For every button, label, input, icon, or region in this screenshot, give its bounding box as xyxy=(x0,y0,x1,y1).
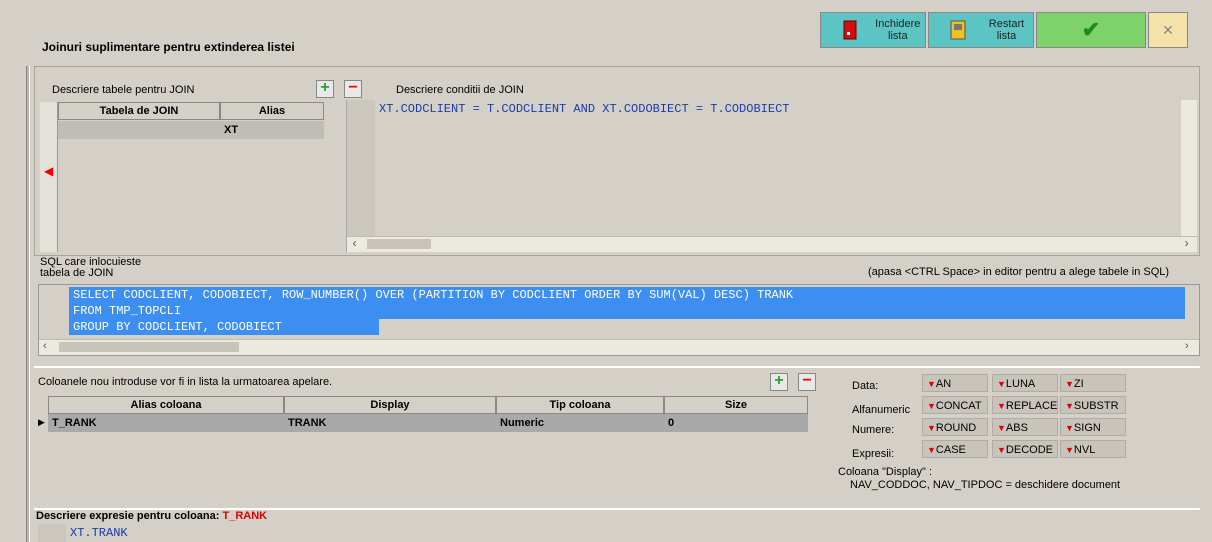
horizontal-scrollbar[interactable]: ‹ › xyxy=(347,236,1197,252)
add-join-table-button[interactable]: + xyxy=(316,80,334,98)
close-label-1: Inchidere xyxy=(875,18,921,30)
cancel-button[interactable]: ✕ xyxy=(1148,12,1188,48)
close-icon: ✕ xyxy=(1162,21,1174,38)
fn-concat-button[interactable]: ▼CONCAT xyxy=(922,396,988,414)
expression-editor[interactable]: XT.TRANK xyxy=(38,524,1198,542)
close-label-2: lista xyxy=(888,30,908,42)
type-cell[interactable]: Numeric xyxy=(496,414,664,432)
col-header-table[interactable]: Tabela de JOIN xyxy=(58,102,220,120)
expression-label: Descriere expresie pentru coloana: T_RAN… xyxy=(36,510,268,522)
scroll-right-icon[interactable]: › xyxy=(1185,340,1189,352)
restart-icon xyxy=(950,20,966,40)
col-header-display[interactable]: Display xyxy=(284,396,496,414)
columns-label: Coloanele nou introduse vor fi in lista … xyxy=(38,376,333,388)
expr-label: Expresii: xyxy=(852,448,895,460)
fn-round-button[interactable]: ▼ROUND xyxy=(922,418,988,436)
fn-an-button[interactable]: ▼AN xyxy=(922,374,988,392)
sql-line-2: FROM TMP_TOPCLI xyxy=(69,303,1185,319)
num-label: Numere: xyxy=(852,424,895,436)
sql-horizontal-scrollbar[interactable]: ‹ › xyxy=(39,339,1199,355)
expression-gutter xyxy=(38,524,66,542)
left-bar xyxy=(26,66,30,542)
sql-line-3: GROUP BY CODCLIENT, CODOBIECT xyxy=(69,319,379,335)
exit-door-icon xyxy=(843,20,857,40)
fn-case-button[interactable]: ▼CASE xyxy=(922,440,988,458)
sql-label: SQL care inlocuieste tabela de JOIN xyxy=(40,256,142,279)
scroll-thumb[interactable] xyxy=(367,239,431,249)
restart-list-button[interactable]: Restart lista xyxy=(928,12,1034,48)
scroll-left-icon[interactable]: ‹ xyxy=(43,340,47,352)
scroll-right-icon[interactable]: › xyxy=(1183,237,1190,251)
scroll-thumb[interactable] xyxy=(59,342,239,352)
alfa-label: Alfanumeric xyxy=(852,404,911,416)
add-column-button[interactable]: + xyxy=(770,373,788,391)
scroll-left-icon[interactable]: ‹ xyxy=(351,237,358,251)
window-title: Joinuri suplimentare pentru extinderea l… xyxy=(42,40,295,54)
sql-line-1: SELECT CODCLIENT, CODOBIECT, ROW_NUMBER(… xyxy=(69,287,1185,303)
data-label: Data: xyxy=(852,380,879,392)
display-note-1: Coloana "Display" : xyxy=(838,466,933,478)
confirm-button[interactable]: ✔ xyxy=(1036,12,1146,48)
restart-label-1: Restart xyxy=(988,18,1025,30)
current-row-icon: ▶ xyxy=(38,417,45,427)
fn-abs-button[interactable]: ▼ABS xyxy=(992,418,1058,436)
checkmark-icon: ✔ xyxy=(1081,17,1101,42)
display-note-2: NAV_CODDOC, NAV_TIPDOC = deschidere docu… xyxy=(850,479,1121,491)
col-header-size[interactable]: Size xyxy=(664,396,808,414)
join-tables-label: Descriere tabele pentru JOIN xyxy=(52,84,195,96)
fn-decode-button[interactable]: ▼DECODE xyxy=(992,440,1058,458)
col-header-tip-coloana[interactable]: Tip coloana xyxy=(496,396,664,414)
fn-luna-button[interactable]: ▼LUNA xyxy=(992,374,1058,392)
size-cell[interactable]: 0 xyxy=(664,414,808,432)
close-list-button[interactable]: Inchidere lista xyxy=(820,12,926,48)
col-header-alias[interactable]: Alias xyxy=(220,102,324,120)
remove-column-button[interactable]: − xyxy=(798,373,816,391)
col-header-alias-coloana[interactable]: Alias coloana xyxy=(48,396,284,414)
fn-nvl-button[interactable]: ▼NVL xyxy=(1060,440,1126,458)
editor-gutter xyxy=(347,100,375,236)
columns-grid[interactable]: Alias coloana Display Tip coloana Size ▶… xyxy=(36,396,812,506)
fn-zi-button[interactable]: ▼ZI xyxy=(1060,374,1126,392)
alias-cell[interactable]: T_RANK xyxy=(48,414,284,432)
sql-editor[interactable]: SELECT CODCLIENT, CODOBIECT, ROW_NUMBER(… xyxy=(38,284,1200,356)
alias-cell[interactable]: XT xyxy=(220,121,324,139)
table-cell[interactable] xyxy=(58,121,220,139)
fn-replace-button[interactable]: ▼REPLACE xyxy=(992,396,1058,414)
join-condition-text: XT.CODCLIENT = T.CODCLIENT AND XT.CODOBI… xyxy=(379,102,790,116)
remove-join-table-button[interactable]: − xyxy=(344,80,362,98)
fn-sign-button[interactable]: ▼SIGN xyxy=(1060,418,1126,436)
restart-label-2: lista xyxy=(996,30,1017,42)
display-cell[interactable]: TRANK xyxy=(284,414,496,432)
join-conditions-label: Descriere conditii de JOIN xyxy=(396,84,524,96)
vertical-scrollbar[interactable] xyxy=(1181,100,1197,236)
expression-text: XT.TRANK xyxy=(70,526,128,540)
join-condition-editor[interactable]: XT.CODCLIENT = T.CODCLIENT AND XT.CODOBI… xyxy=(346,100,1197,252)
join-tables-grid[interactable]: Tabela de JOIN Alias ▶ XT ◀ xyxy=(40,102,346,252)
sql-hint: (apasa <CTRL Space> in editor pentru a a… xyxy=(868,266,1170,278)
fn-substr-button[interactable]: ▼SUBSTR xyxy=(1060,396,1126,414)
splitter-arrow-icon[interactable]: ◀ xyxy=(44,164,53,178)
